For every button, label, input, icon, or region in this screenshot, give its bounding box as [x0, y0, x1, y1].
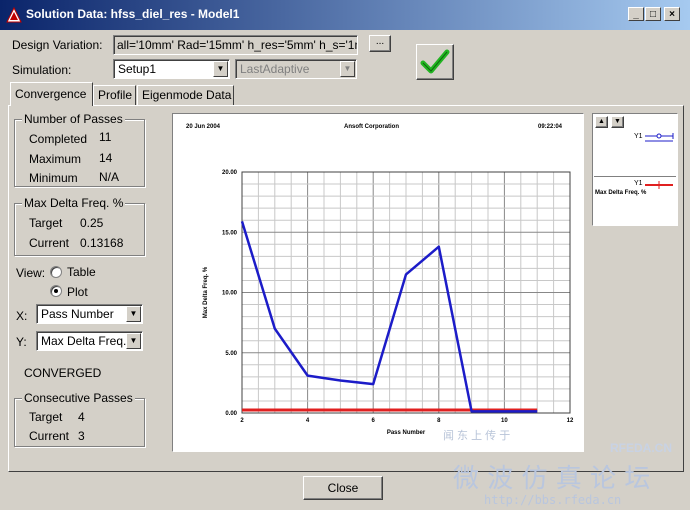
y-tick-label: 0.00	[225, 411, 237, 417]
minimum-label: Minimum	[29, 171, 78, 185]
delta-current-value: 0.13168	[80, 236, 124, 250]
watermark-forum-name: 微 波 仿 真 论 坛	[453, 464, 651, 494]
completed-value: 11	[99, 130, 112, 144]
consecutive-passes-title: Consecutive Passes	[22, 391, 135, 405]
simulation-label: Simulation:	[12, 63, 72, 77]
view-table-radio[interactable]	[50, 266, 62, 278]
delta-target-value: 0.25	[80, 216, 104, 230]
y-axis-dropdown-icon[interactable]: ▼	[126, 333, 141, 349]
consecutive-target-value: 4	[78, 410, 85, 424]
design-variation-label: Design Variation:	[12, 38, 103, 52]
hfss-app-icon	[6, 7, 22, 23]
x-tick-label: 8	[437, 418, 441, 424]
legend-y1b-label: Y1	[634, 180, 643, 187]
simulation-select[interactable]: Setup1 ▼	[113, 59, 230, 79]
y-axis-select-value: Max Delta Freq.	[41, 334, 127, 348]
x-axis-title: Pass Number	[387, 430, 426, 436]
tab-eigenmode-data[interactable]: Eigenmode Data	[137, 85, 234, 105]
design-variation-field[interactable]: all='10mm' Rad='15mm' h_res='5mm' h_s='1…	[113, 35, 358, 55]
completed-label: Completed	[29, 132, 88, 146]
number-of-passes-title: Number of Passes	[22, 112, 125, 126]
delta-target-label: Target	[29, 216, 63, 230]
y-axis-select[interactable]: Max Delta Freq. ▼	[36, 331, 143, 351]
tab-convergence[interactable]: Convergence	[10, 82, 93, 106]
x-tick-label: 4	[306, 418, 310, 424]
close-window-button[interactable]: ×	[664, 7, 680, 21]
y-tick-label: 20.00	[222, 170, 238, 176]
consecutive-current-value: 3	[78, 429, 85, 443]
legend-scroll-down-button[interactable]: ▼	[611, 116, 624, 128]
x-axis-select-value: Pass Number	[41, 307, 114, 321]
consecutive-current-label: Current	[29, 429, 70, 443]
maximum-value: 14	[99, 151, 113, 165]
x-axis-dropdown-icon[interactable]: ▼	[126, 306, 141, 322]
y-tick-label: 15.00	[222, 230, 238, 236]
simulation-select-value: Setup1	[118, 62, 157, 76]
y-axis-title: Max Delta Freq. %	[203, 266, 209, 318]
minimize-button[interactable]: _	[628, 7, 644, 21]
design-variation-browse-button[interactable]: ...	[369, 35, 391, 52]
x-axis-select[interactable]: Pass Number ▼	[36, 304, 143, 324]
view-plot-radio[interactable]	[50, 285, 62, 297]
delta-current-label: Current	[29, 236, 70, 250]
x-tick-label: 6	[372, 418, 376, 424]
max-delta-freq-title: Max Delta Freq. %	[22, 196, 126, 210]
watermark-upload-text: 闻 东 上 传 于	[443, 430, 511, 442]
watermark-url: http://bbs.rfeda.cn	[484, 493, 622, 507]
legend-y1b-desc: Max Delta Freq. %	[595, 190, 647, 196]
x-axis-label: X:	[16, 309, 28, 323]
adaptive-select: LastAdaptive ▼	[235, 59, 357, 79]
adaptive-dropdown-icon: ▼	[340, 61, 355, 77]
watermark-brand: RFEDA.CN	[610, 441, 672, 455]
consecutive-target-label: Target	[29, 410, 63, 424]
check-icon	[420, 49, 450, 74]
legend-y1-label: Y1	[634, 133, 643, 140]
x-tick-label: 10	[501, 418, 508, 424]
adaptive-select-value: LastAdaptive	[240, 62, 310, 76]
y-axis-label: Y:	[16, 335, 27, 349]
minimum-value: N/A	[99, 170, 120, 184]
simulation-dropdown-icon[interactable]: ▼	[213, 61, 228, 77]
convergence-status: CONVERGED	[24, 366, 102, 380]
view-plot-label[interactable]: Plot	[67, 285, 88, 299]
legend-scroll-up-button[interactable]: ▲	[595, 116, 608, 128]
x-tick-label: 2	[240, 418, 244, 424]
view-plot-radio-dot	[54, 289, 58, 293]
view-label: View:	[16, 266, 46, 280]
x-tick-label: 12	[567, 418, 574, 424]
maximize-button[interactable]: □	[645, 7, 661, 21]
window-title: Solution Data: hfss_diel_res - Model1	[26, 7, 240, 21]
view-table-label[interactable]: Table	[67, 265, 96, 279]
convergence-chart: 2 4 6 8 10 12 0.00 5.00 10.00 15.00 20.00 Pass Numb…	[203, 170, 574, 436]
legend-panel	[592, 113, 678, 226]
maximum-label: Maximum	[29, 152, 82, 166]
legend-red-line-icon	[645, 181, 673, 189]
y-tick-label: 10.00	[222, 291, 238, 297]
converged-check-button[interactable]	[416, 44, 454, 80]
close-button[interactable]: Close	[303, 476, 383, 500]
legend-separator	[594, 176, 676, 177]
y-tick-label: 5.00	[225, 351, 237, 357]
legend-blue-line-icon	[645, 133, 674, 142]
tab-profile[interactable]: Profile	[93, 85, 136, 105]
